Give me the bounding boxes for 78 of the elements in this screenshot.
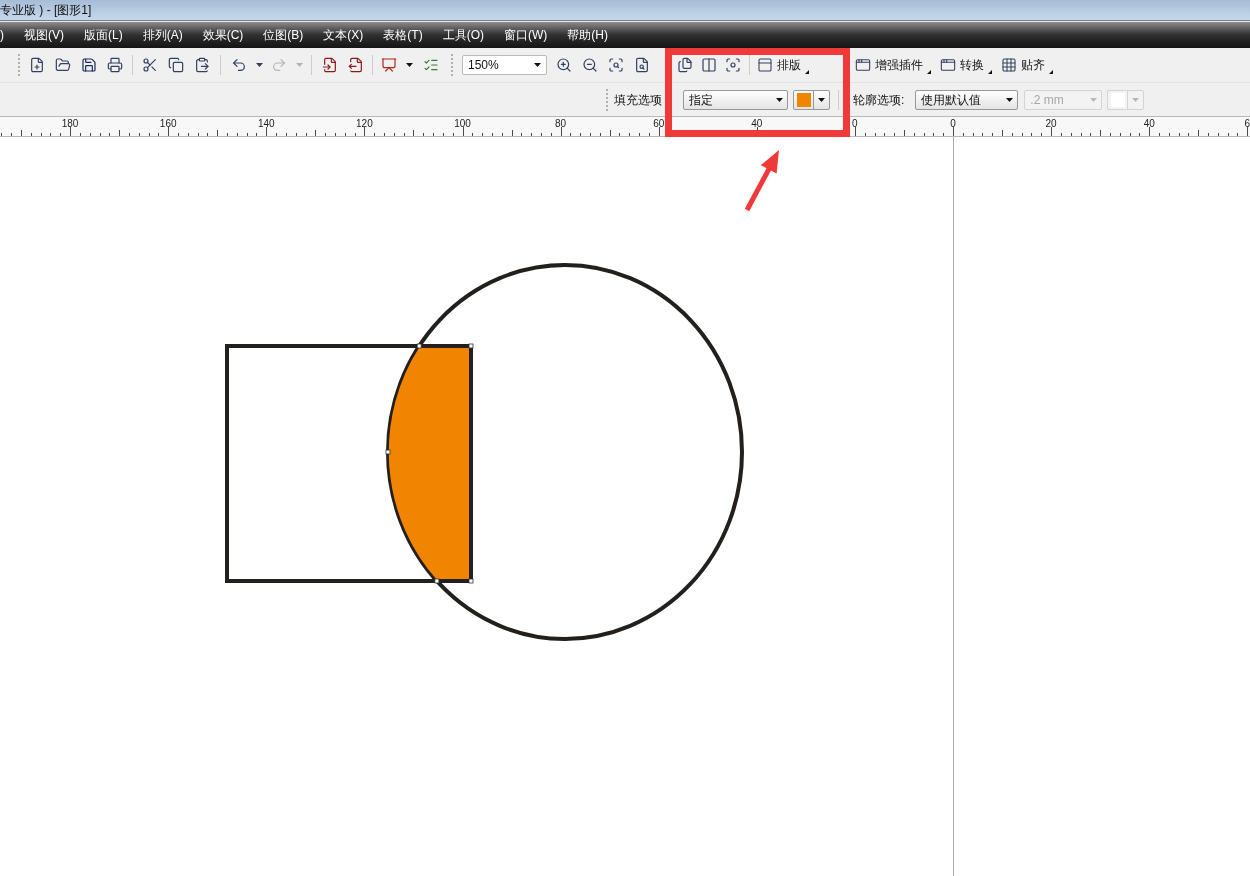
caret-icon xyxy=(1132,97,1140,102)
file-search-icon xyxy=(634,57,650,73)
corner-triangle-icon xyxy=(988,70,992,74)
clipboard-icon xyxy=(194,57,210,73)
menu-item[interactable]: ) xyxy=(0,29,4,41)
zoom-out-icon xyxy=(582,57,598,73)
node-handle[interactable] xyxy=(385,449,391,455)
caret-icon xyxy=(1090,97,1098,102)
presentation-icon xyxy=(381,57,397,73)
ruler-label: 160 xyxy=(159,119,177,129)
ruler-label: 120 xyxy=(356,119,373,129)
caret-icon xyxy=(255,63,263,67)
ruler-label: 40 xyxy=(751,119,763,129)
caret-icon xyxy=(405,63,413,67)
menu-item[interactable]: 表格(T) xyxy=(383,29,423,41)
ruler-label: 6 xyxy=(1244,119,1250,129)
save-icon xyxy=(81,57,97,73)
corner-triangle-icon xyxy=(805,70,809,74)
ruler-label: 40 xyxy=(1143,119,1155,129)
window-icon xyxy=(855,57,871,73)
ruler-label: 80 xyxy=(555,119,567,129)
caret-icon xyxy=(295,63,303,67)
undo-icon xyxy=(231,57,247,73)
fill-label: 填充选项 xyxy=(614,93,662,106)
redo-icon xyxy=(271,57,287,73)
menu-item[interactable]: 视图(V) xyxy=(24,29,64,41)
grid-icon xyxy=(1001,57,1017,73)
ruler-label: 140 xyxy=(257,119,275,129)
node-handle[interactable] xyxy=(468,578,474,584)
magnifier-frame-icon xyxy=(608,57,624,73)
corner-triangle-icon xyxy=(927,70,931,74)
ruler-label: 0 xyxy=(950,119,956,129)
menu-item[interactable]: 帮助(H) xyxy=(567,29,608,41)
zoom-combo[interactable]: 150% xyxy=(462,55,547,75)
ruler-label: 60 xyxy=(653,119,665,129)
panel-icon xyxy=(757,57,773,73)
plugins-button[interactable]: 增强插件 xyxy=(852,56,931,74)
fill-color-picker[interactable] xyxy=(793,89,830,110)
caret-icon xyxy=(534,63,541,67)
node-handle[interactable] xyxy=(468,343,474,349)
annotation-arrow xyxy=(744,150,779,212)
menu-item[interactable]: 位图(B) xyxy=(263,29,304,41)
outline-label: 轮廓选项: xyxy=(853,93,905,106)
scissors-icon xyxy=(142,57,158,73)
ruler-label: 20 xyxy=(1045,119,1057,129)
checklist-icon xyxy=(423,57,439,73)
ruler-label: 100 xyxy=(454,119,471,129)
folder-icon xyxy=(55,57,71,73)
file-arrow-in-icon xyxy=(322,57,338,73)
node-handle[interactable] xyxy=(434,578,440,584)
convert-button[interactable]: 转换 xyxy=(937,56,992,74)
menu-item[interactable]: 效果(C) xyxy=(202,29,244,41)
layout-button[interactable]: 排版 xyxy=(754,56,809,74)
caret-icon xyxy=(1006,97,1014,102)
file-arrow-out-icon xyxy=(348,57,364,73)
window-title: 专业版 ) - [图形1] xyxy=(0,4,92,16)
caret-icon xyxy=(818,97,825,102)
pages-icon xyxy=(677,57,693,73)
columns-icon xyxy=(701,57,717,73)
menu-item[interactable]: 窗口(W) xyxy=(504,29,548,41)
menu-item[interactable]: 工具(O) xyxy=(442,29,484,41)
menu-item[interactable]: 文本(X) xyxy=(323,29,364,41)
window-icon xyxy=(940,57,956,73)
copy-icon xyxy=(168,57,184,73)
ruler-label: 180 xyxy=(61,119,79,129)
zoom-in-icon xyxy=(556,57,572,73)
ruler-label: 0 xyxy=(852,119,858,129)
corner-triangle-icon xyxy=(1049,70,1053,74)
new-file-icon xyxy=(29,57,45,73)
outline-type-dropdown[interactable]: 使用默认值 xyxy=(915,89,1019,110)
fill-type-dropdown[interactable]: 指定 xyxy=(683,89,788,110)
snap-button[interactable]: 贴齐 xyxy=(998,56,1053,74)
caret-icon xyxy=(776,97,783,102)
printer-icon xyxy=(107,57,123,73)
menu-item[interactable]: 版面(L) xyxy=(84,29,123,41)
node-handle[interactable] xyxy=(416,343,422,349)
menu-item[interactable]: 排列(A) xyxy=(142,29,183,41)
focus-icon xyxy=(725,57,741,73)
